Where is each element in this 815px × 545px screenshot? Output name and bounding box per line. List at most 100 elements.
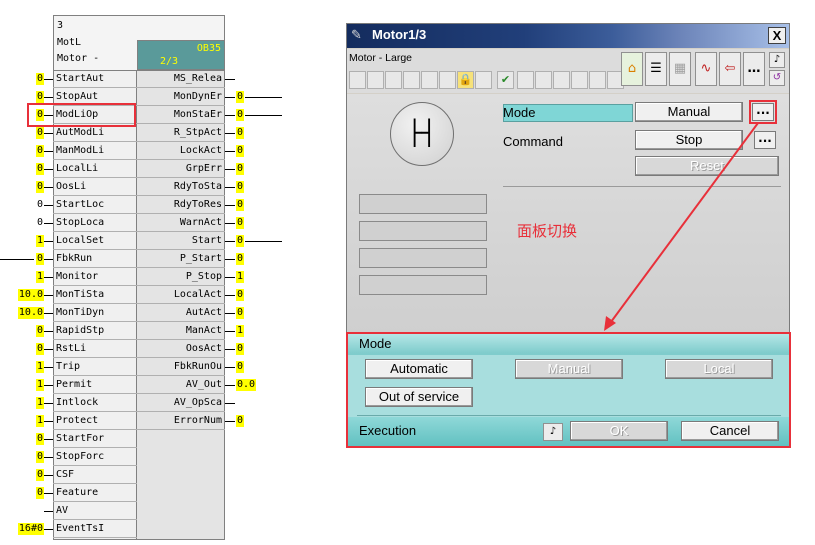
alarm-view-icon[interactable]: ⇦ [719,52,741,86]
input-pin[interactable]: FbkRun [53,250,137,268]
input-pin[interactable]: Permit [53,376,137,394]
output-pin-value[interactable]: 0 [236,109,245,121]
output-pin-value[interactable]: 0 [236,415,245,427]
input-pin-value[interactable]: 0 [36,217,44,229]
input-pin[interactable]: Protect [53,412,137,430]
output-pin[interactable]: MS_Relea [137,70,225,88]
input-pin[interactable]: StopForc [53,448,137,466]
output-pin[interactable]: Start [137,232,225,250]
input-pin-value[interactable]: 10.0 [17,289,44,301]
output-pin[interactable]: RdyToSta [137,178,225,196]
input-pin-value[interactable]: 0 [35,451,44,463]
output-pin[interactable]: AV_Out [137,376,225,394]
input-pin-value[interactable]: 1 [35,271,44,283]
input-pin[interactable]: EventTsI [53,520,137,538]
input-pin[interactable]: StartLoc [53,196,137,214]
input-pin[interactable]: Intlock [53,394,137,412]
parameter-view-icon[interactable]: ☰ [645,52,667,86]
output-pin-value[interactable]: 0 [236,253,245,265]
input-pin-value[interactable]: 0 [35,433,44,445]
input-pin-value[interactable]: 0 [35,343,44,355]
input-pin[interactable]: RapidStp [53,322,137,340]
input-pin-value[interactable]: 10.0 [17,307,44,319]
input-pin-value[interactable]: 0 [35,325,44,337]
output-pin[interactable]: LockAct [137,142,225,160]
output-pin[interactable]: MonDynEr [137,88,225,106]
output-pin[interactable]: ErrorNum [137,412,225,430]
output-pin[interactable]: MonStaEr [137,106,225,124]
output-pin-value[interactable]: 0 [236,127,245,139]
output-pin-value[interactable]: 0.0 [236,379,257,391]
output-pin-value[interactable]: 0 [236,181,245,193]
output-pin[interactable]: P_Start [137,250,225,268]
output-pin-value[interactable]: 0 [236,163,245,175]
output-pin[interactable]: ManAct [137,322,225,340]
output-pin-value[interactable]: 0 [236,343,245,355]
input-pin[interactable]: StartFor [53,430,137,448]
input-pin[interactable]: OosLi [53,178,137,196]
loop-icon[interactable]: ↺ [769,70,785,86]
input-pin-value[interactable]: 1 [35,361,44,373]
output-pin[interactable]: WarnAct [137,214,225,232]
output-pin-value[interactable]: 0 [236,235,245,247]
input-pin-value[interactable]: 0 [36,199,44,211]
input-pin-value[interactable]: 1 [35,379,44,391]
output-pin[interactable]: RdyToRes [137,196,225,214]
output-pin[interactable]: AV_OpSca [137,394,225,412]
input-pin-value[interactable]: 0 [35,487,44,499]
output-pin[interactable]: GrpErr [137,160,225,178]
command-value-button[interactable]: Stop [635,130,743,150]
input-pin-value[interactable]: 0 [35,469,44,481]
output-pin[interactable]: LocalAct [137,286,225,304]
input-pin-value[interactable]: 1 [35,415,44,427]
input-pin[interactable]: Trip [53,358,137,376]
output-pin[interactable]: FbkRunOu [137,358,225,376]
output-pin-value[interactable]: 0 [236,361,245,373]
input-pin-value[interactable]: 0 [35,253,44,265]
input-pin[interactable]: ManModLi [53,142,137,160]
input-pin[interactable]: Feature [53,484,137,502]
output-pin-value[interactable]: 0 [236,217,245,229]
command-more-button[interactable]: ... [754,131,776,149]
home-view-icon[interactable]: ⌂ [621,52,643,86]
trend-view-icon[interactable]: ∿ [695,52,717,86]
input-pin-value[interactable]: 1 [35,397,44,409]
input-pin[interactable]: StopLoca [53,214,137,232]
input-pin[interactable]: LocalSet [53,232,137,250]
output-pin-value[interactable]: 0 [236,307,245,319]
input-pin[interactable]: AV [53,502,137,520]
input-pin-value[interactable]: 0 [35,145,44,157]
input-pin[interactable]: MonTiSta [53,286,137,304]
output-pin-value[interactable] [236,73,238,85]
close-button[interactable]: X [768,27,786,44]
output-pin[interactable]: AutAct [137,304,225,322]
title-bar[interactable]: ✎ Motor1/3 X [347,24,789,48]
input-pin-value[interactable]: 0 [35,73,44,85]
output-pin[interactable]: P_Stop [137,268,225,286]
input-pin-value[interactable]: 0 [35,91,44,103]
reset-button[interactable]: Reset [635,156,779,176]
output-pin-value[interactable]: 1 [236,271,245,283]
input-pin[interactable]: Monitor [53,268,137,286]
more-views-icon[interactable]: … [743,52,765,86]
input-pin-value[interactable]: 0 [35,163,44,175]
input-pin[interactable]: RstLi [53,340,137,358]
output-pin-value[interactable]: 0 [236,289,245,301]
output-pin[interactable]: R_StpAct [137,124,225,142]
mode-value-button[interactable]: Manual [635,102,743,122]
input-pin[interactable]: LocalLi [53,160,137,178]
input-pin[interactable]: MonTiDyn [53,304,137,322]
input-pin-value[interactable]: 1 [35,235,44,247]
speaker-icon[interactable]: ♪ [769,52,785,68]
input-pin[interactable]: StartAut [53,70,137,88]
output-pin-value[interactable]: 1 [236,325,245,337]
output-pin-value[interactable] [236,397,238,409]
input-pin-value[interactable]: 0 [35,127,44,139]
output-pin-value[interactable]: 0 [236,199,245,211]
input-pin-value[interactable]: 16#0 [17,523,44,535]
output-pin-value[interactable]: 0 [236,145,245,157]
input-pin-value[interactable]: 0 [35,181,44,193]
preview-view-icon[interactable]: ▦ [669,52,691,86]
output-pin-value[interactable]: 0 [236,91,245,103]
input-pin[interactable]: CSF [53,466,137,484]
